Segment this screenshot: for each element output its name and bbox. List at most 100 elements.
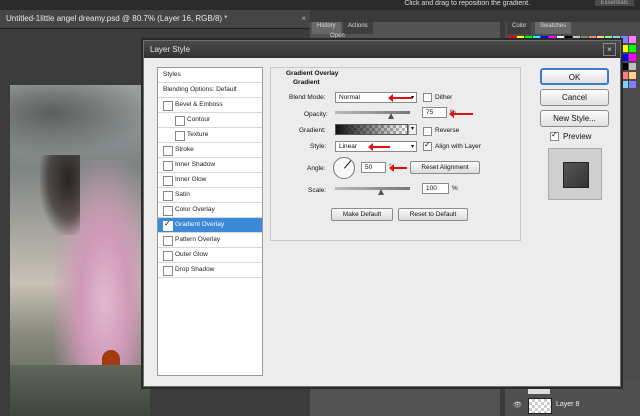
style-list-label: Color Overlay — [175, 206, 215, 213]
scale-slider[interactable] — [335, 187, 410, 190]
tab-color[interactable]: Color — [507, 22, 532, 34]
style-list-checkbox[interactable] — [175, 116, 185, 126]
history-item-open[interactable]: Open — [330, 33, 345, 39]
cancel-button[interactable]: Cancel — [540, 89, 609, 106]
style-list-item[interactable]: Satin — [158, 188, 262, 203]
style-list-checkbox[interactable] — [163, 161, 173, 171]
reset-alignment-button[interactable]: Reset Alignment — [410, 161, 480, 174]
blend-mode-label: Blend Mode: — [289, 94, 326, 101]
opacity-slider[interactable] — [335, 111, 410, 114]
gradient-label: Gradient: — [299, 127, 326, 134]
angle-label: Angle: — [307, 165, 326, 172]
preview-checkbox[interactable]: ✓ — [550, 130, 559, 141]
scale-input[interactable]: 100 — [422, 183, 449, 194]
preview-label: Preview — [563, 132, 592, 141]
style-list-item[interactable]: Outer Glow — [158, 248, 262, 263]
style-list-item[interactable]: Inner Shadow — [158, 158, 262, 173]
reverse-checkbox[interactable] — [423, 127, 432, 136]
checkmark-icon: ✓ — [424, 140, 431, 149]
workspace-switcher[interactable]: Essentials — [594, 0, 634, 6]
gradient-picker[interactable] — [335, 124, 408, 135]
style-list-checkbox[interactable] — [163, 251, 173, 261]
tool-hint: Click and drag to reposition the gradien… — [404, 0, 530, 7]
style-list-checkbox[interactable]: ✓ — [163, 219, 173, 231]
style-list-checkbox[interactable] — [163, 206, 173, 216]
layer-8-thumbnail[interactable] — [528, 398, 552, 414]
style-list-checkbox[interactable] — [163, 101, 173, 111]
style-list-checkbox[interactable] — [163, 146, 173, 156]
opacity-slider-handle[interactable] — [388, 113, 394, 119]
swatch[interactable] — [621, 36, 628, 43]
style-list-item[interactable]: Bevel & Emboss — [158, 98, 262, 113]
swatch[interactable] — [629, 54, 636, 61]
opacity-input[interactable]: 75 — [422, 107, 447, 118]
style-list-item[interactable]: Inner Glow — [158, 173, 262, 188]
swatch[interactable] — [621, 81, 628, 88]
style-list-item[interactable]: Styles — [158, 68, 262, 83]
dialog-title: Layer Style — [150, 45, 191, 54]
swatch[interactable] — [629, 81, 636, 88]
annotation-arrow — [449, 110, 473, 118]
angle-needle — [344, 160, 352, 169]
scale-unit: % — [452, 185, 458, 192]
swatch[interactable] — [629, 36, 636, 43]
style-list-label: Blending Options: Default — [163, 86, 237, 93]
swatch[interactable] — [629, 63, 636, 70]
styles-list: Styles Blending Options: Default Bevel & E… — [157, 67, 263, 376]
swatch[interactable] — [621, 45, 628, 52]
style-list-item[interactable]: Color Overlay — [158, 203, 262, 218]
style-list-item[interactable]: Stroke — [158, 143, 262, 158]
close-icon[interactable]: × — [603, 43, 616, 56]
style-list-item[interactable]: Contour — [158, 113, 262, 128]
close-icon[interactable]: × — [301, 14, 306, 23]
dialog-titlebar[interactable]: Layer Style × — [144, 41, 620, 58]
style-list-item[interactable]: Texture — [158, 128, 262, 143]
gradient-dropdown-button[interactable]: ▾ — [408, 124, 417, 135]
align-with-layer-checkbox[interactable]: ✓ — [423, 140, 432, 151]
angle-input[interactable]: 50 — [361, 162, 386, 173]
opacity-label: Opacity: — [304, 111, 328, 118]
style-list-checkbox[interactable] — [175, 131, 185, 141]
dither-label: Dither — [435, 94, 453, 101]
document-image[interactable] — [10, 85, 150, 416]
style-list-checkbox[interactable] — [163, 236, 173, 246]
reset-to-default-button[interactable]: Reset to Default — [398, 208, 468, 221]
style-list-item[interactable]: ✓ Gradient Overlay — [158, 218, 262, 233]
angle-dial[interactable] — [333, 157, 355, 179]
image-hair — [40, 155, 80, 235]
align-with-layer-label: Align with Layer — [435, 143, 481, 150]
swatch[interactable] — [629, 45, 636, 52]
swatch[interactable] — [621, 72, 628, 79]
new-style-button[interactable]: New Style... — [540, 110, 609, 127]
dither-checkbox[interactable] — [423, 93, 432, 102]
annotation-arrow — [389, 164, 407, 172]
swatch[interactable] — [629, 72, 636, 79]
style-list-checkbox[interactable] — [163, 191, 173, 201]
swatch[interactable] — [621, 63, 628, 70]
layer-8-label[interactable]: Layer 8 — [556, 401, 579, 408]
subsection-title: Gradient — [293, 79, 320, 86]
document-tab[interactable]: Untitled-1little angel dreamy.psd @ 80.7… — [0, 10, 310, 29]
tab-actions[interactable]: Actions — [343, 22, 373, 34]
eye-icon[interactable]: 👁 — [513, 401, 522, 409]
tab-swatches[interactable]: Swatches — [535, 22, 572, 34]
style-list-checkbox[interactable] — [163, 176, 173, 186]
ok-button[interactable]: OK — [540, 68, 609, 85]
style-list-item[interactable]: Pattern Overlay — [158, 233, 262, 248]
style-list-checkbox[interactable] — [163, 266, 173, 276]
chevron-down-icon: ▾ — [410, 144, 414, 150]
checkmark-icon: ✓ — [164, 219, 171, 228]
style-list-label: Satin — [175, 191, 190, 198]
layer-style-dialog: Layer Style × Styles Blending Options: De… — [143, 40, 621, 387]
style-label: Style: — [310, 143, 327, 150]
make-default-button[interactable]: Make Default — [331, 208, 393, 221]
scale-slider-handle[interactable] — [378, 189, 384, 195]
style-list-label: Outer Glow — [175, 251, 208, 258]
swatch[interactable] — [621, 54, 628, 61]
style-list-item[interactable]: Drop Shadow — [158, 263, 262, 278]
style-preview-sample — [563, 162, 589, 188]
style-list-label: Stroke — [175, 146, 194, 153]
style-list-label: Gradient Overlay — [175, 221, 225, 228]
document-tab-title: Untitled-1little angel dreamy.psd @ 80.7… — [6, 14, 228, 23]
style-list-item[interactable]: Blending Options: Default — [158, 83, 262, 98]
